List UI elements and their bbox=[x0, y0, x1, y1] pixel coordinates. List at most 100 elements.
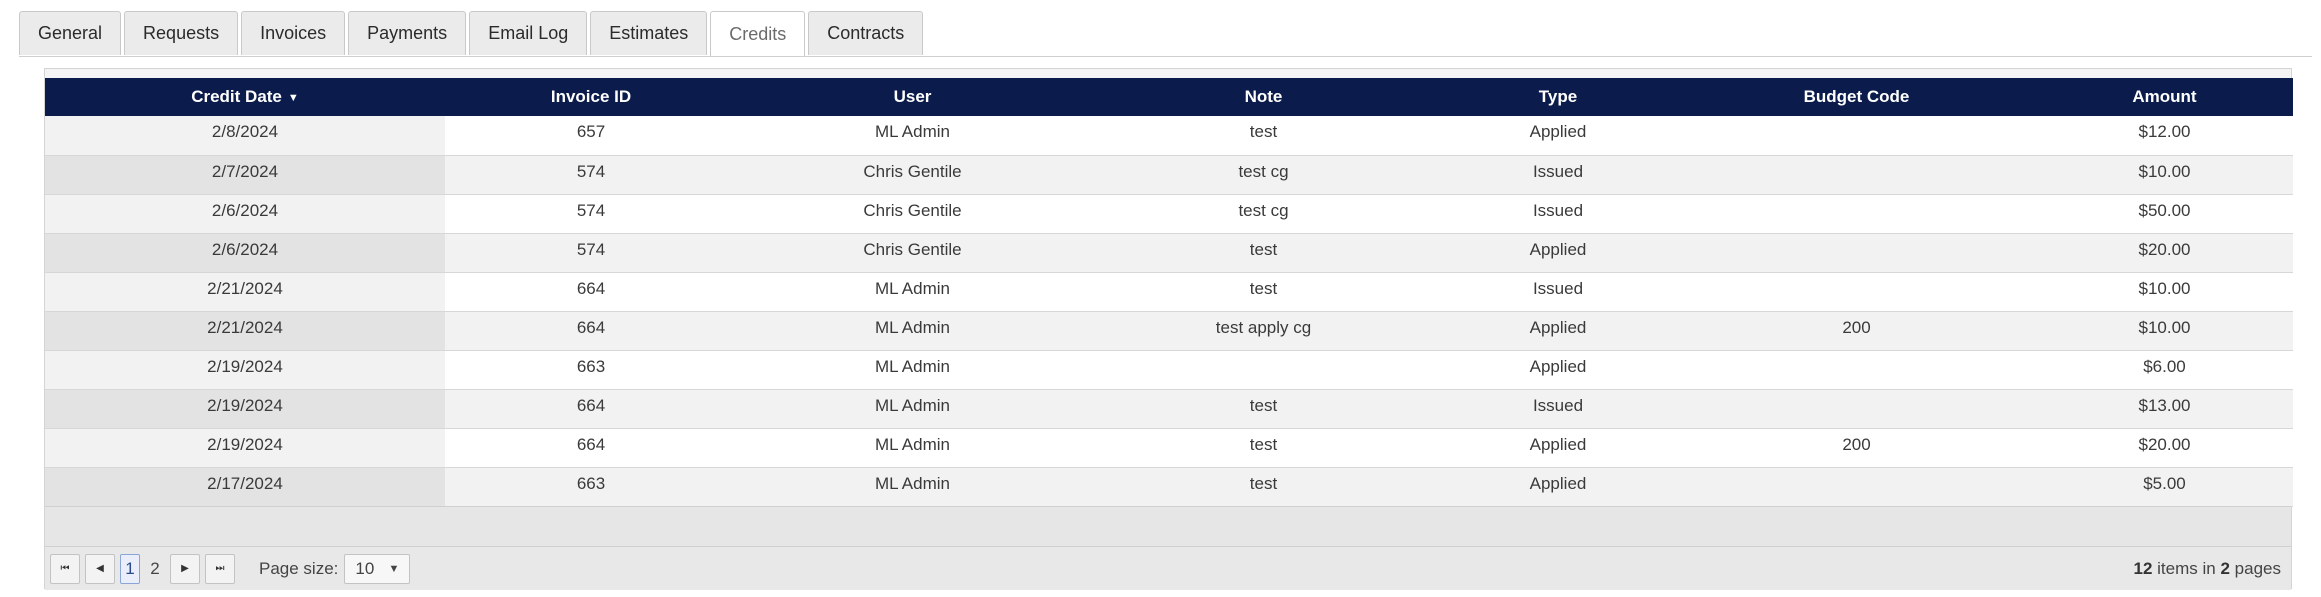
cell-invoice-id: 574 bbox=[445, 194, 737, 234]
column-header-label: User bbox=[893, 87, 932, 106]
page-number-2[interactable]: 2 bbox=[145, 554, 165, 584]
cell-note: test cg bbox=[1088, 155, 1439, 195]
cell-note: test bbox=[1088, 272, 1439, 312]
cell-amount: $10.00 bbox=[2036, 311, 2293, 351]
chevron-down-icon: ▼ bbox=[388, 562, 400, 575]
cell-note: test bbox=[1088, 467, 1439, 507]
tab-requests[interactable]: Requests bbox=[124, 11, 239, 55]
cell-invoice-id: 664 bbox=[445, 311, 737, 351]
table-row[interactable]: 2/17/2024 663 ML Admin test Applied $5.00 bbox=[45, 467, 2293, 507]
pages-text: pages bbox=[2234, 558, 2281, 578]
cell-user: ML Admin bbox=[737, 272, 1088, 312]
table-row[interactable]: 2/21/2024 664 ML Admin test apply cg Applied… bbox=[45, 311, 2293, 351]
total-items-count: 12 bbox=[2133, 558, 2153, 578]
cell-user: Chris Gentile bbox=[737, 194, 1088, 234]
column-header-note[interactable]: Note bbox=[1088, 78, 1439, 116]
cell-type: Applied bbox=[1439, 467, 1677, 507]
cell-invoice-id: 574 bbox=[445, 155, 737, 195]
cell-type: Issued bbox=[1439, 272, 1677, 312]
cell-invoice-id: 574 bbox=[445, 233, 737, 273]
cell-note: test apply cg bbox=[1088, 311, 1439, 351]
cell-type: Applied bbox=[1439, 350, 1677, 390]
column-header-invoice-id[interactable]: Invoice ID bbox=[445, 78, 737, 116]
table-row[interactable]: 2/6/2024 574 Chris Gentile test Applied $20.0… bbox=[45, 233, 2293, 273]
page-size-select[interactable]: 10 ▼ bbox=[344, 553, 411, 584]
total-pages-count: 2 bbox=[2220, 558, 2230, 578]
credits-table: Credit Date ▼ Invoice ID User Note Type Budget… bbox=[45, 78, 2293, 507]
cell-note: test cg bbox=[1088, 194, 1439, 234]
cell-user: ML Admin bbox=[737, 428, 1088, 468]
cell-amount: $13.00 bbox=[2036, 389, 2293, 429]
page-number-1[interactable]: 1 bbox=[120, 553, 140, 584]
tab-general[interactable]: General bbox=[19, 11, 122, 55]
prev-page-icon: ◀ bbox=[96, 563, 104, 574]
cell-note: test bbox=[1088, 428, 1439, 468]
cell-invoice-id: 664 bbox=[445, 272, 737, 312]
cell-credit-date: 2/21/2024 bbox=[45, 272, 445, 312]
cell-credit-date: 2/6/2024 bbox=[45, 194, 445, 234]
cell-amount: $20.00 bbox=[2036, 428, 2293, 468]
grid-empty-area bbox=[45, 506, 2291, 547]
prev-page-button[interactable]: ◀ bbox=[85, 553, 115, 584]
cell-credit-date: 2/21/2024 bbox=[45, 311, 445, 351]
cell-type: Issued bbox=[1439, 155, 1677, 195]
cell-credit-date: 2/17/2024 bbox=[45, 467, 445, 507]
cell-user: Chris Gentile bbox=[737, 233, 1088, 273]
cell-budget-code bbox=[1677, 155, 2036, 195]
cell-credit-date: 2/8/2024 bbox=[45, 116, 445, 156]
pager-info: 12 items in 2 pages bbox=[2134, 559, 2282, 579]
tab-strip: General Requests Invoices Payments Email Log… bbox=[19, 11, 924, 57]
next-page-icon: ▶ bbox=[181, 563, 189, 574]
table-row[interactable]: 2/8/2024 657 ML Admin test Applied $12.00 bbox=[45, 116, 2293, 156]
next-page-button[interactable]: ▶ bbox=[170, 553, 200, 584]
last-page-button[interactable]: ⏭ bbox=[205, 553, 235, 584]
tab-email-log[interactable]: Email Log bbox=[469, 11, 588, 55]
cell-user: ML Admin bbox=[737, 116, 1088, 156]
cell-type: Issued bbox=[1439, 194, 1677, 234]
column-header-label: Amount bbox=[2132, 87, 2197, 106]
page-size-label: Page size: bbox=[259, 558, 339, 578]
column-header-amount[interactable]: Amount bbox=[2036, 78, 2293, 116]
cell-credit-date: 2/19/2024 bbox=[45, 389, 445, 429]
table-row[interactable]: 2/19/2024 663 ML Admin Applied $6.00 bbox=[45, 350, 2293, 390]
tab-contracts[interactable]: Contracts bbox=[808, 11, 924, 55]
page-numbers: 12 bbox=[120, 553, 170, 584]
tab-invoices[interactable]: Invoices bbox=[241, 11, 346, 55]
table-row[interactable]: 2/19/2024 664 ML Admin test Issued $13.00 bbox=[45, 389, 2293, 429]
column-header-label: Credit Date bbox=[191, 87, 282, 106]
cell-budget-code: 200 bbox=[1677, 428, 2036, 468]
table-row[interactable]: 2/7/2024 574 Chris Gentile test cg Issued $10… bbox=[45, 155, 2293, 195]
cell-budget-code bbox=[1677, 389, 2036, 429]
tab-payments[interactable]: Payments bbox=[348, 11, 467, 55]
table-row[interactable]: 2/21/2024 664 ML Admin test Issued $10.00 bbox=[45, 272, 2293, 312]
cell-note: test bbox=[1088, 116, 1439, 156]
tab-estimates[interactable]: Estimates bbox=[590, 11, 708, 55]
cell-budget-code bbox=[1677, 233, 2036, 273]
cell-user: ML Admin bbox=[737, 467, 1088, 507]
table-row[interactable]: 2/19/2024 664 ML Admin test Applied 200 $20.00 bbox=[45, 428, 2293, 468]
items-in-text: items in bbox=[2157, 558, 2216, 578]
cell-invoice-id: 664 bbox=[445, 428, 737, 468]
cell-type: Issued bbox=[1439, 389, 1677, 429]
column-header-user[interactable]: User bbox=[737, 78, 1088, 116]
column-header-label: Type bbox=[1538, 87, 1578, 106]
column-header-credit-date[interactable]: Credit Date ▼ bbox=[45, 78, 445, 116]
cell-user: ML Admin bbox=[737, 389, 1088, 429]
sort-descending-icon: ▼ bbox=[287, 91, 299, 104]
page-size-value: 10 bbox=[355, 558, 375, 578]
cell-invoice-id: 657 bbox=[445, 116, 737, 156]
cell-amount: $10.00 bbox=[2036, 272, 2293, 312]
first-page-icon: ⏮ bbox=[60, 563, 70, 574]
cell-amount: $10.00 bbox=[2036, 155, 2293, 195]
first-page-button[interactable]: ⏮ bbox=[50, 553, 80, 584]
cell-credit-date: 2/6/2024 bbox=[45, 233, 445, 273]
column-header-budget-code[interactable]: Budget Code bbox=[1677, 78, 2036, 116]
cell-user: ML Admin bbox=[737, 350, 1088, 390]
cell-amount: $12.00 bbox=[2036, 116, 2293, 156]
table-row[interactable]: 2/6/2024 574 Chris Gentile test cg Issued $50… bbox=[45, 194, 2293, 234]
cell-budget-code: 200 bbox=[1677, 311, 2036, 351]
tab-credits[interactable]: Credits bbox=[710, 11, 806, 57]
column-header-type[interactable]: Type bbox=[1439, 78, 1677, 116]
cell-user: Chris Gentile bbox=[737, 155, 1088, 195]
cell-credit-date: 2/7/2024 bbox=[45, 155, 445, 195]
